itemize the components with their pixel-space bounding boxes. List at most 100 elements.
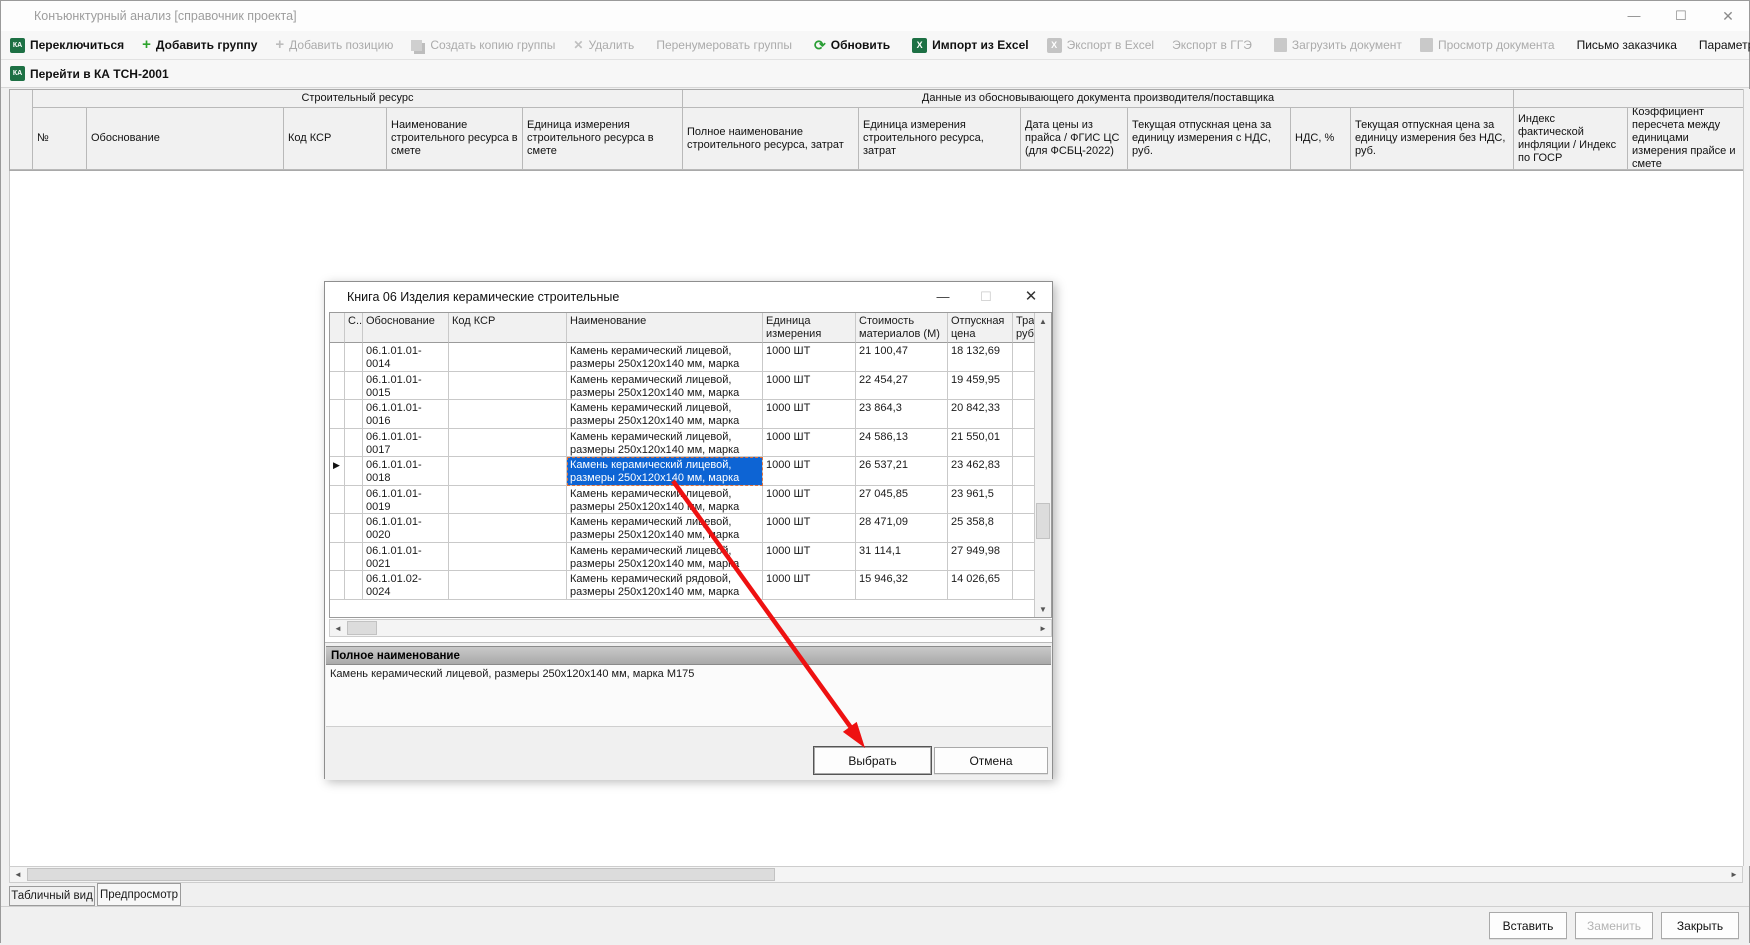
- cell-unit[interactable]: 1000 ШТ: [763, 457, 856, 486]
- cell-code[interactable]: 06.1.01.02-0024: [363, 571, 449, 600]
- cell-transport[interactable]: [1013, 372, 1035, 401]
- cell-unit[interactable]: 1000 ШТ: [763, 571, 856, 600]
- cell-ksr[interactable]: [449, 543, 567, 572]
- cell-price[interactable]: 23 961,5: [948, 486, 1013, 515]
- cell-name[interactable]: Камень керамический лицевой, размеры 250…: [567, 486, 763, 515]
- cell-unit[interactable]: 1000 ШТ: [763, 543, 856, 572]
- toolbar-button-goto-ka-tsn[interactable]: Перейти в КА ТСН-2001: [1, 62, 178, 86]
- cell-ksr[interactable]: [449, 372, 567, 401]
- table-row[interactable]: 06.1.01.01-0014 Камень керамический лицев…: [330, 343, 1035, 372]
- column-header[interactable]: Текущая отпускная цена за единицу измере…: [1128, 108, 1291, 170]
- dialog-maximize-button[interactable]: ☐: [968, 282, 1004, 312]
- checkbox-cell[interactable]: [345, 514, 363, 543]
- cell-price[interactable]: 25 358,8: [948, 514, 1013, 543]
- scroll-right-icon[interactable]: ►: [1726, 867, 1742, 882]
- cell-cost[interactable]: 21 100,47: [856, 343, 948, 372]
- cell-transport[interactable]: [1013, 429, 1035, 458]
- cell-price[interactable]: 23 462,83: [948, 457, 1013, 486]
- column-header[interactable]: Дата цены из прайса / ФГИС ЦС (для ФСБЦ-…: [1021, 108, 1128, 170]
- checkbox-cell[interactable]: [345, 343, 363, 372]
- cell-ksr[interactable]: [449, 457, 567, 486]
- checkbox-cell[interactable]: [345, 400, 363, 429]
- cell-cost[interactable]: 22 454,27: [856, 372, 948, 401]
- toolbar-button-delete[interactable]: Удалить: [564, 33, 643, 57]
- column-header[interactable]: №: [33, 108, 87, 170]
- checkbox-cell[interactable]: [345, 486, 363, 515]
- column-header[interactable]: Единица измерения строительного ресурса,…: [859, 108, 1021, 170]
- dialog-column-header[interactable]: Единица измерения: [763, 313, 856, 343]
- dialog-vscroll-thumb[interactable]: [1036, 503, 1050, 539]
- scroll-down-icon[interactable]: ▼: [1035, 601, 1051, 617]
- dialog-column-header[interactable]: Код КСР: [449, 313, 567, 343]
- toolbar-button-add-position[interactable]: Добавить позицию: [266, 33, 402, 57]
- minimize-button[interactable]: —: [1611, 1, 1657, 31]
- cell-price[interactable]: 19 459,95: [948, 372, 1013, 401]
- toolbar-button-switch[interactable]: Переключиться: [1, 33, 133, 57]
- cell-price[interactable]: 20 842,33: [948, 400, 1013, 429]
- cell-name[interactable]: Камень керамический лицевой, размеры 250…: [567, 543, 763, 572]
- cell-cost[interactable]: 24 586,13: [856, 429, 948, 458]
- toolbar-button-add-group[interactable]: Добавить группу: [133, 33, 266, 57]
- cell-cost[interactable]: 26 537,21: [856, 457, 948, 486]
- toolbar-button-parameters[interactable]: Параметры: [1690, 33, 1750, 57]
- dialog-horizontal-scrollbar[interactable]: ◄ ►: [329, 619, 1052, 637]
- cell-transport[interactable]: [1013, 514, 1035, 543]
- cell-name[interactable]: Камень керамический лицевой, размеры 250…: [567, 343, 763, 372]
- cell-code[interactable]: 06.1.01.01-0017: [363, 429, 449, 458]
- scroll-right-icon[interactable]: ►: [1035, 620, 1051, 636]
- cell-name[interactable]: Камень керамический рядовой, размеры 250…: [567, 571, 763, 600]
- cell-code[interactable]: 06.1.01.01-0016: [363, 400, 449, 429]
- cell-cost[interactable]: 28 471,09: [856, 514, 948, 543]
- table-row[interactable]: 06.1.01.01-0021 Камень керамический лицев…: [330, 543, 1035, 572]
- cell-transport[interactable]: [1013, 486, 1035, 515]
- dialog-close-button[interactable]: ✕: [1013, 282, 1049, 312]
- cell-name[interactable]: Камень керамический лицевой, размеры 250…: [567, 400, 763, 429]
- cell-price[interactable]: 21 550,01: [948, 429, 1013, 458]
- cell-code[interactable]: 06.1.01.01-0018: [363, 457, 449, 486]
- cell-unit[interactable]: 1000 ШТ: [763, 486, 856, 515]
- cell-unit[interactable]: 1000 ШТ: [763, 372, 856, 401]
- close-button[interactable]: ✕: [1705, 1, 1750, 31]
- cell-ksr[interactable]: [449, 514, 567, 543]
- replace-button[interactable]: Заменить: [1575, 912, 1653, 939]
- cell-code[interactable]: 06.1.01.01-0014: [363, 343, 449, 372]
- scroll-left-icon[interactable]: ◄: [330, 620, 346, 636]
- toolbar-button-load-document[interactable]: Загрузить документ: [1265, 33, 1411, 57]
- scroll-left-icon[interactable]: ◄: [10, 867, 26, 882]
- table-row[interactable]: 06.1.01.01-0015 Камень керамический лицев…: [330, 372, 1035, 401]
- dialog-column-header[interactable]: С..: [345, 313, 363, 343]
- column-header[interactable]: Текущая отпускная цена за единицу измере…: [1351, 108, 1514, 170]
- cell-ksr[interactable]: [449, 571, 567, 600]
- cell-unit[interactable]: 1000 ШТ: [763, 429, 856, 458]
- cell-code[interactable]: 06.1.01.01-0020: [363, 514, 449, 543]
- checkbox-cell[interactable]: [345, 372, 363, 401]
- dialog-column-header[interactable]: Наименование: [567, 313, 763, 343]
- close-bottom-button[interactable]: Закрыть: [1661, 912, 1739, 939]
- column-header[interactable]: Единица измерения строительного ресурса …: [523, 108, 683, 170]
- cell-name[interactable]: Камень керамический лицевой, размеры 250…: [567, 514, 763, 543]
- cell-name[interactable]: Камень керамический лицевой, размеры 250…: [567, 429, 763, 458]
- cell-code[interactable]: 06.1.01.01-0015: [363, 372, 449, 401]
- cell-ksr[interactable]: [449, 486, 567, 515]
- tab-preview[interactable]: Предпросмотр: [97, 883, 181, 906]
- cell-name[interactable]: Камень керамический лицевой, размеры 250…: [567, 372, 763, 401]
- main-vertical-scrollbar[interactable]: [1743, 89, 1750, 866]
- column-header[interactable]: Наименование строительного ресурса в сме…: [387, 108, 523, 170]
- table-row[interactable]: 06.1.01.01-0019Камень керамический лицев…: [330, 486, 1035, 515]
- cell-price[interactable]: 18 132,69: [948, 343, 1013, 372]
- cell-cost[interactable]: 31 114,1: [856, 543, 948, 572]
- cell-ksr[interactable]: [449, 343, 567, 372]
- maximize-button[interactable]: ☐: [1658, 1, 1704, 31]
- checkbox-cell[interactable]: [345, 457, 363, 486]
- dialog-column-header[interactable]: [330, 313, 345, 343]
- dialog-vertical-scrollbar[interactable]: ▲ ▼: [1034, 313, 1051, 617]
- insert-button[interactable]: Вставить: [1489, 912, 1567, 939]
- checkbox-cell[interactable]: [345, 543, 363, 572]
- toolbar-button-export-excel[interactable]: Экспорт в Excel: [1038, 33, 1163, 57]
- main-horizontal-scrollbar[interactable]: ◄ ►: [9, 866, 1743, 883]
- column-header[interactable]: Полное наименование строительного ресурс…: [683, 108, 859, 170]
- checkbox-cell[interactable]: [345, 429, 363, 458]
- cell-code[interactable]: 06.1.01.01-0021: [363, 543, 449, 572]
- cell-cost[interactable]: 23 864,3: [856, 400, 948, 429]
- toolbar-button-customer-letter[interactable]: Письмо заказчика: [1568, 33, 1686, 57]
